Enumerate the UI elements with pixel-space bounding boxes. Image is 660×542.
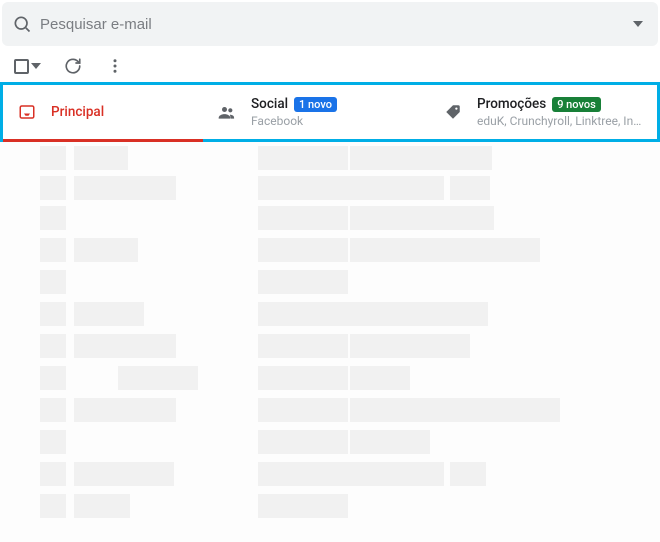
tab-promotions-badge: 9 novos xyxy=(552,97,601,112)
tab-promotions[interactable]: Promoções 9 novos eduK, Crunchyroll, Lin… xyxy=(429,85,657,139)
tab-primary[interactable]: Principal xyxy=(3,85,203,139)
tab-primary-label: Principal xyxy=(51,104,104,120)
search-options-dropdown[interactable] xyxy=(626,12,650,36)
search-icon xyxy=(10,12,34,36)
tab-promotions-sub: eduK, Crunchyroll, Linktree, Ins… xyxy=(477,114,647,128)
search-bar[interactable] xyxy=(2,2,658,46)
tab-promotions-label: Promoções xyxy=(477,96,546,112)
tab-social-badge: 1 novo xyxy=(294,97,337,112)
tab-social-sub: Facebook xyxy=(251,114,337,128)
search-input[interactable] xyxy=(40,16,626,33)
select-all-checkbox[interactable] xyxy=(14,59,41,74)
tab-social-label: Social xyxy=(251,96,288,112)
toolbar xyxy=(0,46,660,82)
refresh-button[interactable] xyxy=(63,56,83,76)
inbox-icon xyxy=(17,102,37,122)
tag-icon xyxy=(443,102,463,122)
category-tabs-highlight: Principal Social 1 novo Facebook Promoçõ… xyxy=(0,82,660,142)
people-icon xyxy=(217,102,237,122)
tab-social[interactable]: Social 1 novo Facebook xyxy=(203,85,429,139)
email-list-placeholder xyxy=(0,142,660,542)
more-menu-button[interactable] xyxy=(105,56,125,76)
